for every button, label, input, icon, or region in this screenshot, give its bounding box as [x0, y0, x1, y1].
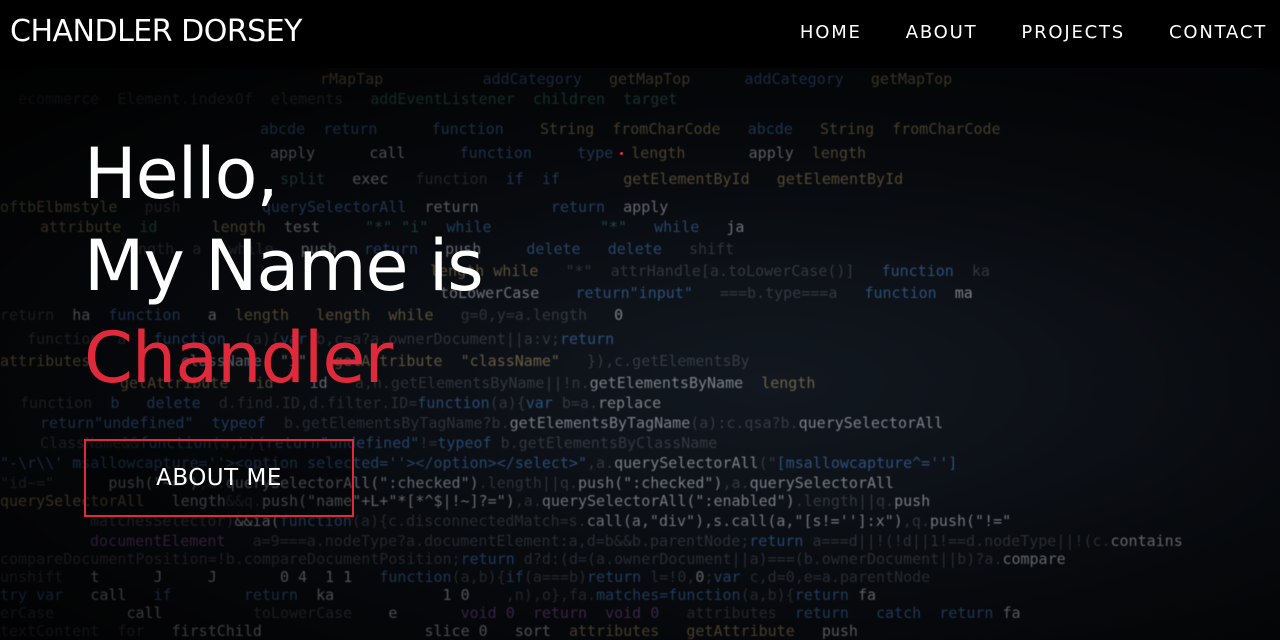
nav-link-projects[interactable]: PROJECTS: [1021, 22, 1125, 43]
hero-greeting: Hello,: [84, 133, 279, 215]
page: rMapTap addCategory getMapTop addCategor…: [0, 0, 1280, 640]
about-me-button[interactable]: ABOUT ME: [84, 439, 354, 517]
nav-link-home[interactable]: HOME: [800, 22, 862, 43]
hero-headline: Hello, My Name is Chandler: [84, 128, 484, 404]
nav-links: HOME ABOUT PROJECTS CONTACT: [756, 22, 1267, 43]
navbar: CHANDLER DORSEY HOME ABOUT PROJECTS CONT…: [0, 0, 1280, 68]
accent-dot: [620, 152, 623, 155]
hero-name: Chandler: [84, 317, 393, 399]
brand-logo[interactable]: CHANDLER DORSEY: [10, 14, 303, 49]
nav-link-about[interactable]: ABOUT: [906, 22, 978, 43]
nav-link-contact[interactable]: CONTACT: [1169, 22, 1267, 43]
hero-intro: My Name is: [84, 225, 484, 307]
